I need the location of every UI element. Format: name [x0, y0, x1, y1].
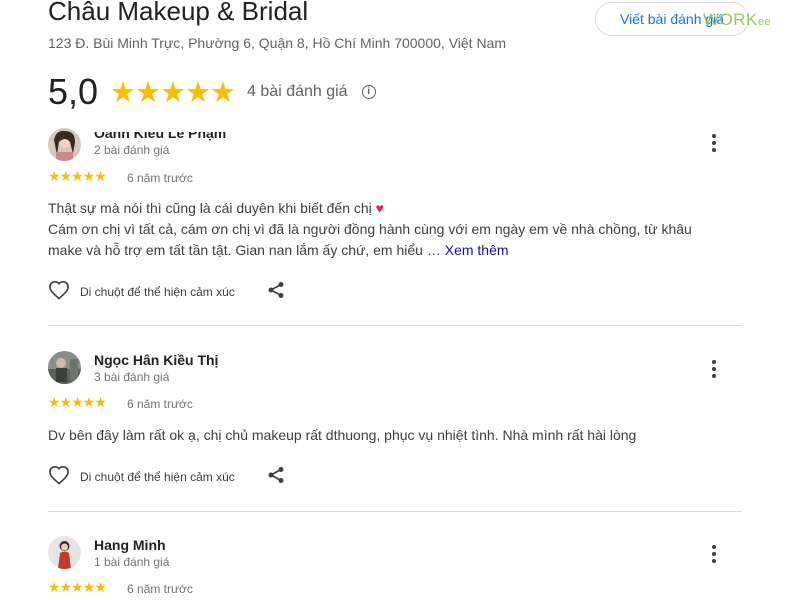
review-divider: [48, 325, 742, 326]
avatar[interactable]: [48, 536, 81, 569]
place-name: Châu Makeup & Bridal: [48, 0, 309, 26]
review-text: Thật sự mà nói thì cũng là cái duyên khi…: [48, 198, 728, 261]
share-icon[interactable]: [267, 466, 285, 489]
author-review-count: 1 bài đánh giá: [94, 555, 170, 569]
rating-summary: 5,0 ★★★★★ 4 bài đánh giá i: [48, 70, 376, 114]
reaction-hint: Di chuột để thể hiện cảm xúc: [80, 285, 235, 299]
review-stars: ★★★★★: [48, 394, 107, 410]
read-more-link[interactable]: Xem thêm: [445, 242, 509, 258]
watermark-logo: WORKee: [703, 10, 771, 30]
heart-icon[interactable]: [48, 465, 70, 490]
review-text-rest: Cám ơn chị vì tất cả, cám ơn chị vì đã l…: [48, 221, 692, 258]
share-icon[interactable]: [267, 281, 285, 304]
review-card: Ngọc Hân Kiều Thị 3 bài đánh giá ★★★★★ 6…: [48, 345, 742, 505]
avatar[interactable]: [48, 128, 81, 161]
review-text-line: Thật sự mà nói thì cũng là cái duyên khi…: [48, 200, 372, 216]
avatar[interactable]: [48, 351, 81, 384]
reaction-row: Di chuột để thể hiện cảm xúc: [48, 280, 285, 304]
reaction-row: Di chuột để thể hiện cảm xúc: [48, 465, 285, 489]
review-stars: ★★★★★: [48, 168, 107, 184]
review-time: 6 năm trước: [127, 582, 193, 596]
author-review-count: 3 bài đánh giá: [94, 370, 170, 384]
heart-icon[interactable]: [48, 280, 70, 305]
reaction-hint: Di chuột để thể hiện cảm xúc: [80, 470, 235, 484]
review-author[interactable]: Oanh Kiều Lê Phạm: [94, 132, 226, 141]
review-time: 6 năm trước: [127, 171, 193, 185]
more-options-icon[interactable]: [706, 542, 722, 566]
watermark-suffix: ee: [757, 16, 772, 28]
watermark-main: WORK: [703, 10, 758, 29]
author-review-count: 2 bài đánh giá: [94, 143, 170, 157]
more-options-icon[interactable]: [706, 131, 722, 155]
review-card: Hang Minh 1 bài đánh giá ★★★★★ 6 năm trư…: [48, 532, 742, 600]
review-divider: [48, 511, 742, 512]
place-address: 123 Đ. Bùi Minh Trực, Phường 6, Quận 8, …: [48, 35, 507, 51]
review-text: Dv bên đây làm rất ok ạ, chị chủ makeup …: [48, 427, 637, 443]
review-stars: ★★★★★: [48, 579, 107, 595]
info-icon[interactable]: i: [361, 85, 376, 99]
review-count[interactable]: 4 bài đánh giá: [247, 83, 348, 101]
review-card: Oanh Kiều Lê Phạm 2 bài đánh giá ★★★★★ 6…: [48, 122, 742, 322]
more-options-icon[interactable]: [706, 357, 722, 381]
rating-value: 5,0: [48, 71, 99, 112]
rating-stars: ★★★★★: [110, 76, 236, 109]
heart-emoji: ♥: [375, 200, 384, 216]
review-author[interactable]: Hang Minh: [94, 537, 166, 553]
review-author[interactable]: Ngọc Hân Kiều Thị: [94, 352, 218, 368]
review-time: 6 năm trước: [127, 397, 193, 411]
